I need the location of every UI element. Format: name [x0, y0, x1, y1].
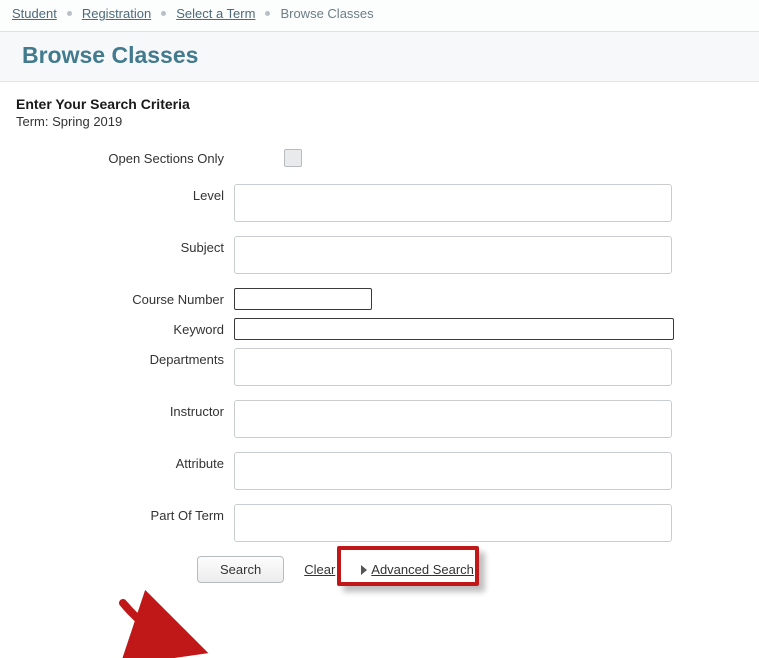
label-part-of-term: Part Of Term [16, 504, 234, 523]
label-level: Level [16, 184, 234, 203]
term-prefix: Term: [16, 114, 52, 129]
breadcrumb-sep-icon [161, 11, 166, 16]
breadcrumb-sep-icon [67, 11, 72, 16]
label-subject: Subject [16, 236, 234, 255]
clear-link[interactable]: Clear [304, 562, 335, 577]
label-instructor: Instructor [16, 400, 234, 419]
instructor-input[interactable] [234, 400, 672, 438]
label-departments: Departments [16, 348, 234, 367]
label-open-sections: Open Sections Only [16, 147, 234, 166]
part-of-term-input[interactable] [234, 504, 672, 542]
caret-right-icon [361, 565, 367, 575]
label-keyword: Keyword [16, 318, 234, 337]
breadcrumb: Student Registration Select a Term Brows… [0, 0, 759, 32]
subject-input[interactable] [234, 236, 672, 274]
page-title-area: Browse Classes [0, 32, 759, 82]
breadcrumb-student[interactable]: Student [12, 6, 57, 21]
term-line: Term: Spring 2019 [16, 114, 743, 129]
page-title: Browse Classes [22, 42, 737, 69]
open-sections-checkbox[interactable] [284, 149, 302, 167]
search-form: Enter Your Search Criteria Term: Spring … [0, 82, 759, 613]
keyword-input[interactable] [234, 318, 674, 340]
search-button[interactable]: Search [197, 556, 284, 583]
advanced-search-link[interactable]: Advanced Search [355, 558, 480, 581]
annotation-arrow-icon [118, 598, 198, 658]
label-course-number: Course Number [16, 288, 234, 307]
label-attribute: Attribute [16, 452, 234, 471]
button-row: Search Clear Advanced Search [197, 556, 743, 583]
term-value: Spring 2019 [52, 114, 122, 129]
course-number-input[interactable] [234, 288, 372, 310]
breadcrumb-select-term[interactable]: Select a Term [176, 6, 255, 21]
breadcrumb-current: Browse Classes [280, 6, 373, 21]
level-input[interactable] [234, 184, 672, 222]
advanced-search-label: Advanced Search [371, 562, 474, 577]
departments-input[interactable] [234, 348, 672, 386]
attribute-input[interactable] [234, 452, 672, 490]
search-heading: Enter Your Search Criteria [16, 96, 743, 112]
breadcrumb-registration[interactable]: Registration [82, 6, 151, 21]
breadcrumb-sep-icon [265, 11, 270, 16]
